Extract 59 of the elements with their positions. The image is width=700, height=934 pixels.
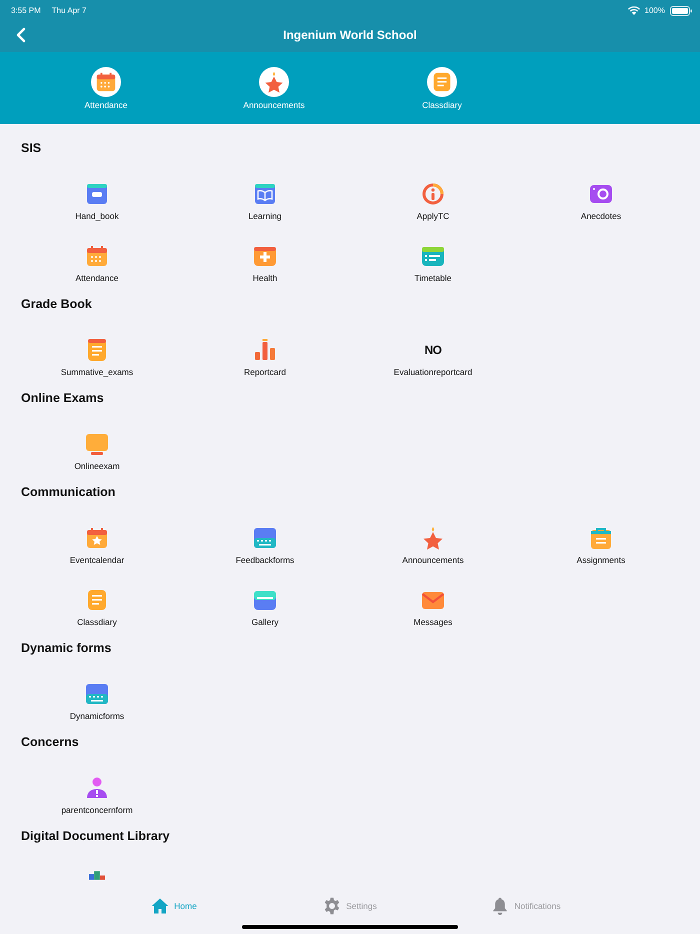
- timetable-icon: [421, 244, 445, 268]
- gallery-icon: [253, 588, 277, 612]
- calendar-icon: [85, 244, 109, 268]
- info-icon: [421, 182, 445, 206]
- section-title: Digital Document Library: [21, 828, 171, 844]
- open-book-icon: [253, 182, 277, 206]
- menu-tile[interactable]: Gallery: [181, 588, 349, 628]
- monitor-icon: [85, 432, 109, 456]
- menu-tile[interactable]: Hand_book: [13, 182, 181, 222]
- section-title: Communication: [21, 484, 116, 500]
- notepad-icon: [431, 70, 453, 92]
- menu-tile[interactable]: NO Evaluationreportcard: [349, 338, 517, 378]
- notepad-icon: [85, 588, 109, 612]
- menu-tile[interactable]: Learning: [181, 182, 349, 222]
- menu-tile[interactable]: Messages: [349, 588, 517, 628]
- menu-tile[interactable]: Timetable: [349, 244, 517, 284]
- status-date: Thu Apr 7: [52, 6, 86, 15]
- keyboard-icon: [253, 526, 277, 550]
- section-title: SIS: [21, 140, 42, 156]
- home-icon: [151, 897, 170, 915]
- battery-icon: [670, 6, 692, 16]
- menu-tile[interactable]: Dynamicforms: [13, 682, 181, 722]
- bell-icon: [491, 897, 510, 915]
- battery-percent: 100%: [644, 6, 665, 15]
- menu-tile[interactable]: Eventcalendar: [13, 526, 181, 566]
- menu-tile[interactable]: Onlineexam: [13, 432, 181, 472]
- document-icon: [85, 338, 109, 362]
- section-title: Online Exams: [21, 390, 105, 406]
- person-alert-icon: [85, 776, 109, 800]
- page-title: Ingenium World School: [283, 28, 417, 42]
- first-aid-icon: [253, 244, 277, 268]
- star-icon: [263, 70, 285, 92]
- status-time: 3:55 PM: [11, 6, 41, 15]
- menu-tile[interactable]: Assignments: [517, 526, 685, 566]
- menu-tile[interactable]: Announcements: [349, 526, 517, 566]
- clipboard-icon: [589, 526, 613, 550]
- bar-chart-icon: [253, 338, 277, 362]
- section-title: Concerns: [21, 734, 80, 750]
- section-title: Grade Book: [21, 296, 93, 312]
- settings-icon: [323, 897, 342, 915]
- keyboard-icon: [85, 682, 109, 706]
- calendar-star-icon: [85, 526, 109, 550]
- menu-tile[interactable]: ApplyTC: [349, 182, 517, 222]
- star-icon: [421, 526, 445, 550]
- calendar-icon: [95, 70, 117, 92]
- menu-tile[interactable]: Reportcard: [181, 338, 349, 378]
- menu-tile[interactable]: Summative_exams: [13, 338, 181, 378]
- menu-tile[interactable]: Attendance: [13, 244, 181, 284]
- menu-tile[interactable]: Anecdotes: [517, 182, 685, 222]
- wifi-icon: [628, 6, 640, 15]
- camera-icon: [589, 182, 613, 206]
- menu-tile[interactable]: parentconcernform: [13, 776, 181, 816]
- handbook-icon: [85, 182, 109, 206]
- menu-tile[interactable]: Health: [181, 244, 349, 284]
- section-title: Dynamic forms: [21, 640, 112, 656]
- no-image-icon: NO: [424, 338, 442, 362]
- menu-tile[interactable]: Feedbackforms: [181, 526, 349, 566]
- books-icon: [89, 871, 105, 880]
- menu-tile[interactable]: Classdiary: [13, 588, 181, 628]
